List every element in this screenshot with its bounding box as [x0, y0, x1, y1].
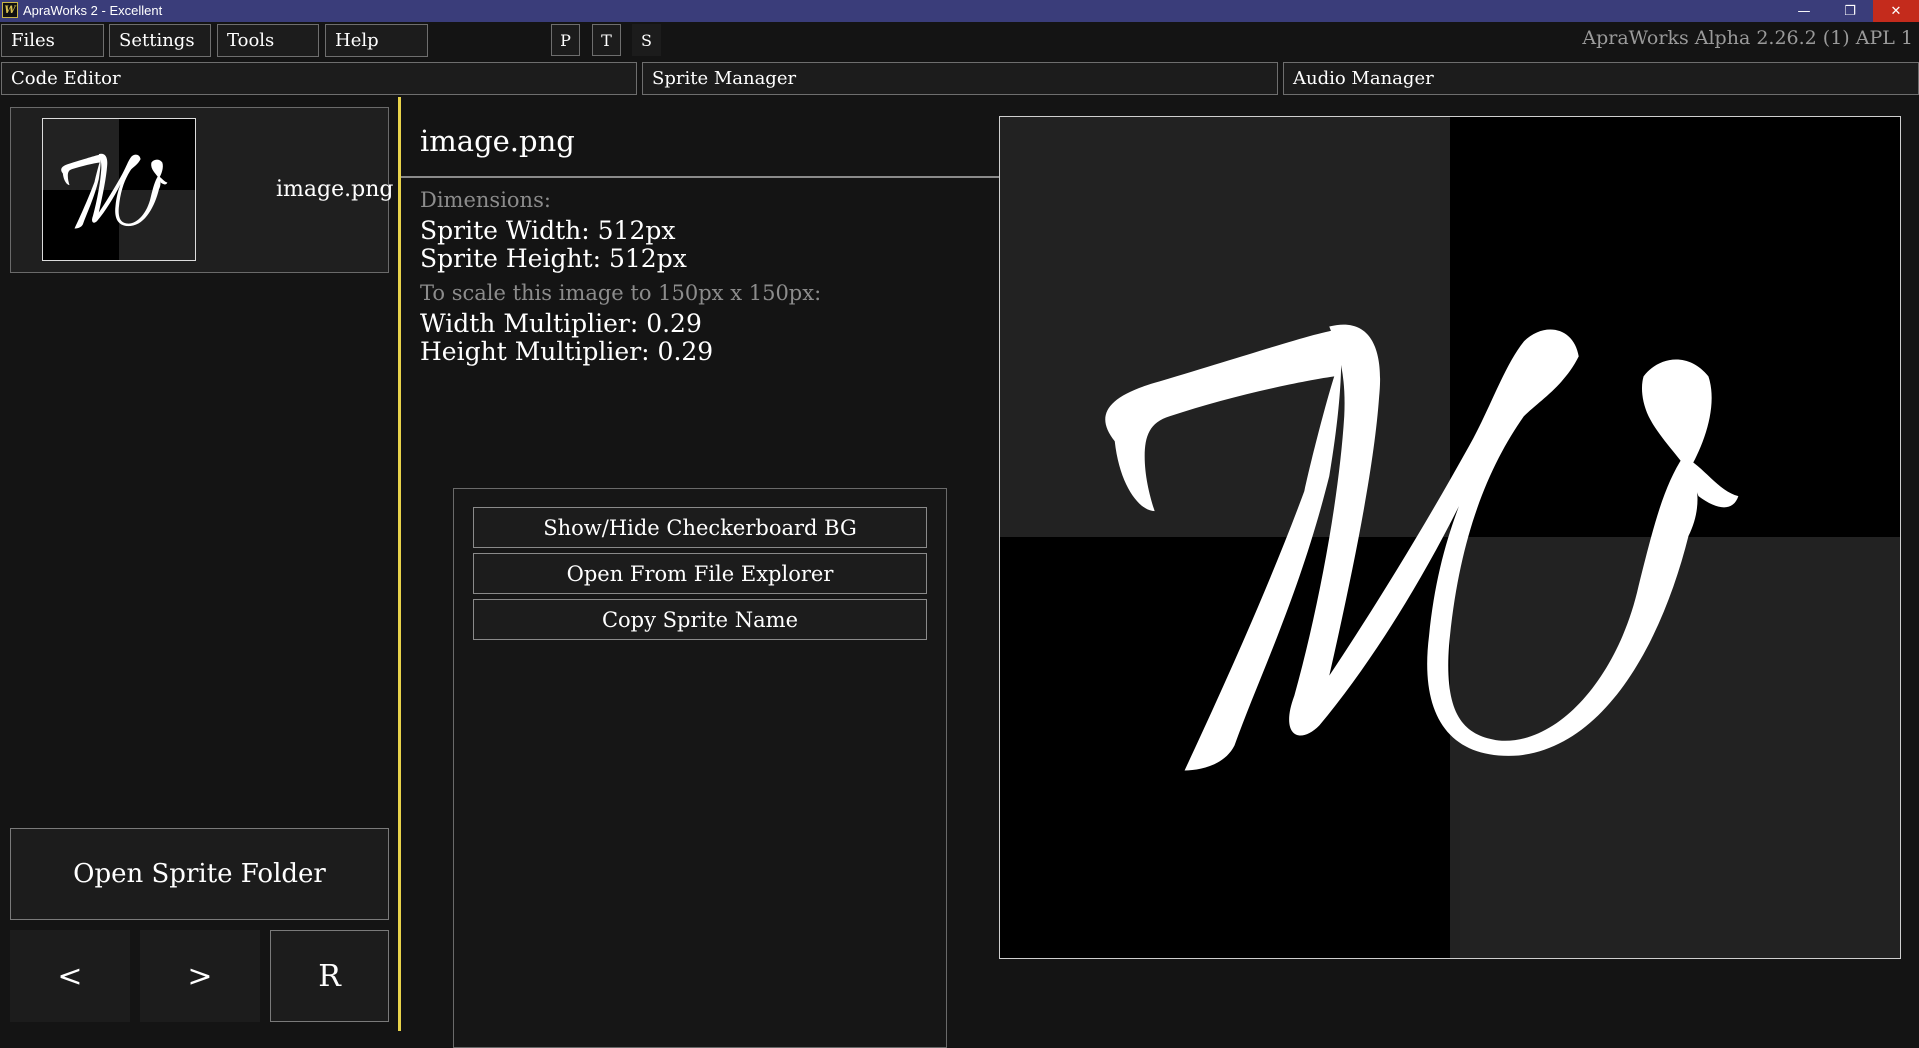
version-label: ApraWorks Alpha 2.26.2 (1) APL 1 [1582, 27, 1913, 49]
panel-divider[interactable] [398, 97, 401, 1031]
toggle-t-button[interactable]: T [592, 24, 621, 56]
sprite-preview [999, 116, 1901, 959]
refresh-button[interactable]: R [270, 930, 389, 1022]
sprite-thumbnail [42, 118, 196, 261]
close-button[interactable]: ✕ [1873, 0, 1919, 22]
close-icon: ✕ [1890, 3, 1902, 19]
menu-settings[interactable]: Settings [109, 24, 211, 57]
preview-canvas [1000, 117, 1900, 958]
sprite-title: image.png [420, 124, 575, 158]
title-separator [401, 176, 999, 178]
sprite-height: Sprite Height: 512px [420, 244, 687, 273]
menu-help[interactable]: Help [325, 24, 428, 57]
next-sprite-button[interactable]: > [140, 930, 260, 1022]
toggle-s-button[interactable]: S [632, 24, 661, 56]
window-title: ApraWorks 2 - Excellent [23, 3, 163, 18]
app-logo-icon: W [2, 2, 18, 18]
toggle-checkerboard-button[interactable]: Show/Hide Checkerboard BG [473, 507, 927, 548]
previous-sprite-button[interactable]: < [10, 930, 130, 1022]
dimensions-heading: Dimensions: [420, 188, 551, 212]
sprite-list-item-name: image.png [276, 177, 394, 202]
open-file-explorer-button[interactable]: Open From File Explorer [473, 553, 927, 594]
width-multiplier: Width Multiplier: 0.29 [420, 309, 702, 338]
sprite-width: Sprite Width: 512px [420, 216, 676, 245]
tab-code-editor[interactable]: Code Editor [1, 62, 637, 95]
tab-audio-manager[interactable]: Audio Manager [1283, 62, 1919, 95]
minimize-icon: — [1797, 3, 1811, 19]
height-multiplier: Height Multiplier: 0.29 [420, 337, 714, 366]
restore-icon: ❐ [1844, 3, 1856, 19]
menu-files[interactable]: Files [1, 24, 104, 57]
minimize-button[interactable]: — [1781, 0, 1827, 22]
title-bar [0, 0, 1919, 22]
w-glyph-thumbnail-icon [61, 153, 168, 229]
menu-tools[interactable]: Tools [217, 24, 319, 57]
open-sprite-folder-button[interactable]: Open Sprite Folder [10, 828, 389, 920]
checker-tile [1000, 117, 1450, 538]
toggle-p-button[interactable]: P [551, 24, 580, 56]
scale-heading: To scale this image to 150px x 150px: [420, 281, 822, 305]
tab-sprite-manager[interactable]: Sprite Manager [642, 62, 1278, 95]
maximize-button[interactable]: ❐ [1827, 0, 1873, 22]
copy-sprite-name-button[interactable]: Copy Sprite Name [473, 599, 927, 640]
